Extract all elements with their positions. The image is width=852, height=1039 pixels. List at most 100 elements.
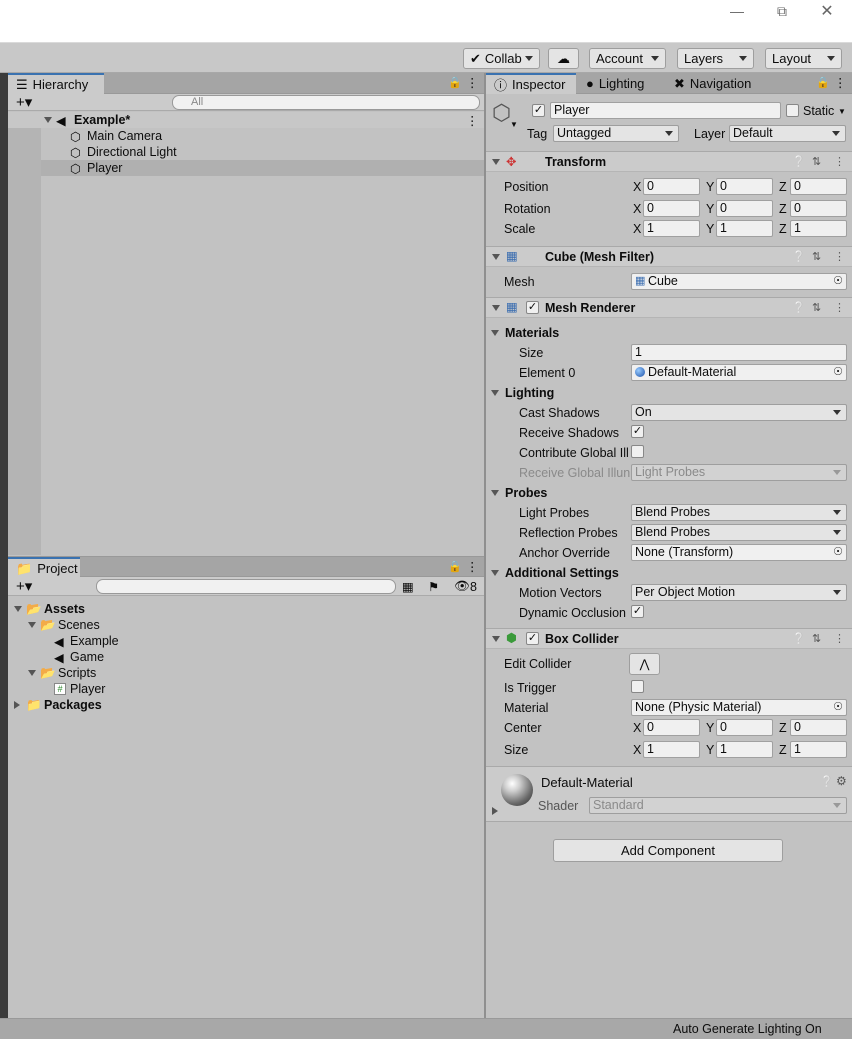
presets-icon[interactable]: ⇅ [812, 250, 821, 263]
dynamic-occlusion-checkbox[interactable]: ✓ [631, 605, 644, 618]
hierarchy-item[interactable]: ⬡ Main Camera [8, 128, 484, 144]
close-icon[interactable]: ✕ [804, 0, 850, 22]
static-caret-icon[interactable]: ▼ [838, 107, 846, 116]
rotation-x-axis-label[interactable]: X [633, 202, 641, 216]
collider-center-y-field[interactable]: 0 [716, 719, 773, 736]
motion-vectors-dropdown[interactable]: Per Object Motion [631, 584, 847, 601]
position-z-field[interactable]: 0 [790, 178, 847, 195]
materials-size-field[interactable]: 1 [631, 344, 847, 361]
position-y-axis-label[interactable]: Y [706, 180, 714, 194]
collider-size-x-field[interactable]: 1 [643, 741, 700, 758]
collider-center-x-field[interactable]: 0 [643, 719, 700, 736]
menu-dots-icon[interactable]: ⋮ [466, 559, 479, 574]
project-search-input[interactable] [96, 579, 396, 594]
mesh-filter-header[interactable]: ▦ Cube (Mesh Filter) ❔ ⇅ ⋮ [486, 246, 852, 267]
scale-x-field[interactable]: 1 [643, 220, 700, 237]
transform-header[interactable]: ✥ Transform ❔ ⇅ ⋮ [486, 151, 852, 172]
filter-label-icon[interactable]: ⚑ [428, 579, 439, 594]
rotation-z-field[interactable]: 0 [790, 200, 847, 217]
mesh-renderer-header[interactable]: ▦ ✓ Mesh Renderer ❔ ⇅ ⋮ [486, 297, 852, 318]
object-name-field[interactable]: Player [550, 102, 781, 119]
hierarchy-item-selected[interactable]: ⬡ Player [41, 160, 484, 176]
collider-center-x-axis-label[interactable]: X [633, 721, 641, 735]
additional-settings-section[interactable]: Additional Settings [505, 566, 619, 580]
tab-lighting[interactable]: ● Lighting [578, 73, 664, 94]
active-checkbox[interactable]: ✓ [532, 104, 545, 117]
collider-size-y-field[interactable]: 1 [716, 741, 773, 758]
tag-dropdown[interactable]: Untagged [553, 125, 679, 142]
element0-object-field[interactable]: Default-Material ☉ [631, 364, 847, 381]
component-menu-icon[interactable]: ⋮ [834, 301, 845, 314]
lock-icon[interactable]: 🔒 [448, 560, 462, 573]
presets-icon[interactable]: ⇅ [812, 301, 821, 314]
help-icon[interactable]: ❔ [792, 632, 806, 645]
anchor-override-field[interactable]: None (Transform) ☉ [631, 544, 847, 561]
tab-project[interactable]: 📁 Project [8, 557, 80, 578]
reflection-probes-dropdown[interactable]: Blend Probes [631, 524, 847, 541]
tab-inspector[interactable]: ⓘ Inspector [486, 73, 576, 94]
help-icon[interactable]: ❔ [792, 250, 806, 263]
scale-y-field[interactable]: 1 [716, 220, 773, 237]
mesh-object-field[interactable]: ▦ Cube ☉ [631, 273, 847, 290]
probes-section[interactable]: Probes [505, 486, 547, 500]
collider-center-z-axis-label[interactable]: Z [779, 721, 787, 735]
position-x-field[interactable]: 0 [643, 178, 700, 195]
account-dropdown[interactable]: Account [589, 48, 666, 69]
object-picker-icon[interactable]: ☉ [833, 700, 843, 715]
lighting-section[interactable]: Lighting [505, 386, 554, 400]
edit-collider-button[interactable]: ⋀ [629, 653, 660, 675]
lock-icon[interactable]: 🔒 [448, 76, 462, 89]
filter-type-icon[interactable]: ▦ [402, 579, 414, 594]
rotation-y-axis-label[interactable]: Y [706, 202, 714, 216]
collider-size-z-axis-label[interactable]: Z [779, 743, 787, 757]
tab-navigation[interactable]: ✖ Navigation [666, 73, 766, 94]
scale-z-axis-label[interactable]: Z [779, 222, 787, 236]
gear-icon[interactable]: ⚙ [836, 774, 847, 788]
presets-icon[interactable]: ⇅ [812, 632, 821, 645]
rotation-y-field[interactable]: 0 [716, 200, 773, 217]
materials-section[interactable]: Materials [505, 326, 559, 340]
scale-z-field[interactable]: 1 [790, 220, 847, 237]
collider-size-z-field[interactable]: 1 [790, 741, 847, 758]
hidden-packages-icon[interactable]: 👁 [454, 579, 470, 594]
component-menu-icon[interactable]: ⋮ [834, 632, 845, 645]
object-picker-icon[interactable]: ☉ [833, 274, 843, 289]
scene-row[interactable]: ◀ Example* ⋮ [8, 112, 484, 128]
receive-shadows-checkbox[interactable]: ✓ [631, 425, 644, 438]
collider-center-y-axis-label[interactable]: Y [706, 721, 714, 735]
object-picker-icon[interactable]: ☉ [833, 365, 843, 380]
collab-button[interactable]: ✔ Collab [463, 48, 540, 69]
icon-picker-caret[interactable]: ▼ [510, 120, 518, 129]
help-icon[interactable]: ❔ [792, 155, 806, 168]
box-collider-header[interactable]: ⬢ ✓ Box Collider ❔ ⇅ ⋮ [486, 628, 852, 649]
hierarchy-item[interactable]: ⬡ Directional Light [8, 144, 484, 160]
rotation-z-axis-label[interactable]: Z [779, 202, 787, 216]
static-checkbox[interactable] [786, 104, 799, 117]
component-menu-icon[interactable]: ⋮ [834, 250, 845, 263]
help-icon[interactable]: ❔ [792, 301, 806, 314]
layout-dropdown[interactable]: Layout [765, 48, 842, 69]
collider-size-y-axis-label[interactable]: Y [706, 743, 714, 757]
collider-material-field[interactable]: None (Physic Material) ☉ [631, 699, 847, 716]
minimize-icon[interactable]: — [714, 0, 760, 22]
box-collider-enabled-checkbox[interactable]: ✓ [526, 632, 539, 645]
tab-hierarchy[interactable]: ☰ Hierarchy [8, 73, 104, 94]
create-plus-icon[interactable]: +▾ [16, 577, 32, 595]
position-z-axis-label[interactable]: Z [779, 180, 787, 194]
cloud-button[interactable]: ☁ [548, 48, 579, 69]
mesh-renderer-enabled-checkbox[interactable]: ✓ [526, 301, 539, 314]
help-icon[interactable]: ❔ [820, 775, 834, 788]
scale-x-axis-label[interactable]: X [633, 222, 641, 236]
position-y-field[interactable]: 0 [716, 178, 773, 195]
position-x-axis-label[interactable]: X [633, 180, 641, 194]
add-component-button[interactable]: Add Component [553, 839, 783, 862]
create-plus-icon[interactable]: +▾ [16, 93, 32, 111]
collider-size-x-axis-label[interactable]: X [633, 743, 641, 757]
hierarchy-search-input[interactable]: All [172, 95, 480, 110]
rotation-x-field[interactable]: 0 [643, 200, 700, 217]
menu-dots-icon[interactable]: ⋮ [466, 75, 479, 90]
is-trigger-checkbox[interactable] [631, 680, 644, 693]
light-probes-dropdown[interactable]: Blend Probes [631, 504, 847, 521]
presets-icon[interactable]: ⇅ [812, 155, 821, 168]
contribute-gi-checkbox[interactable] [631, 445, 644, 458]
